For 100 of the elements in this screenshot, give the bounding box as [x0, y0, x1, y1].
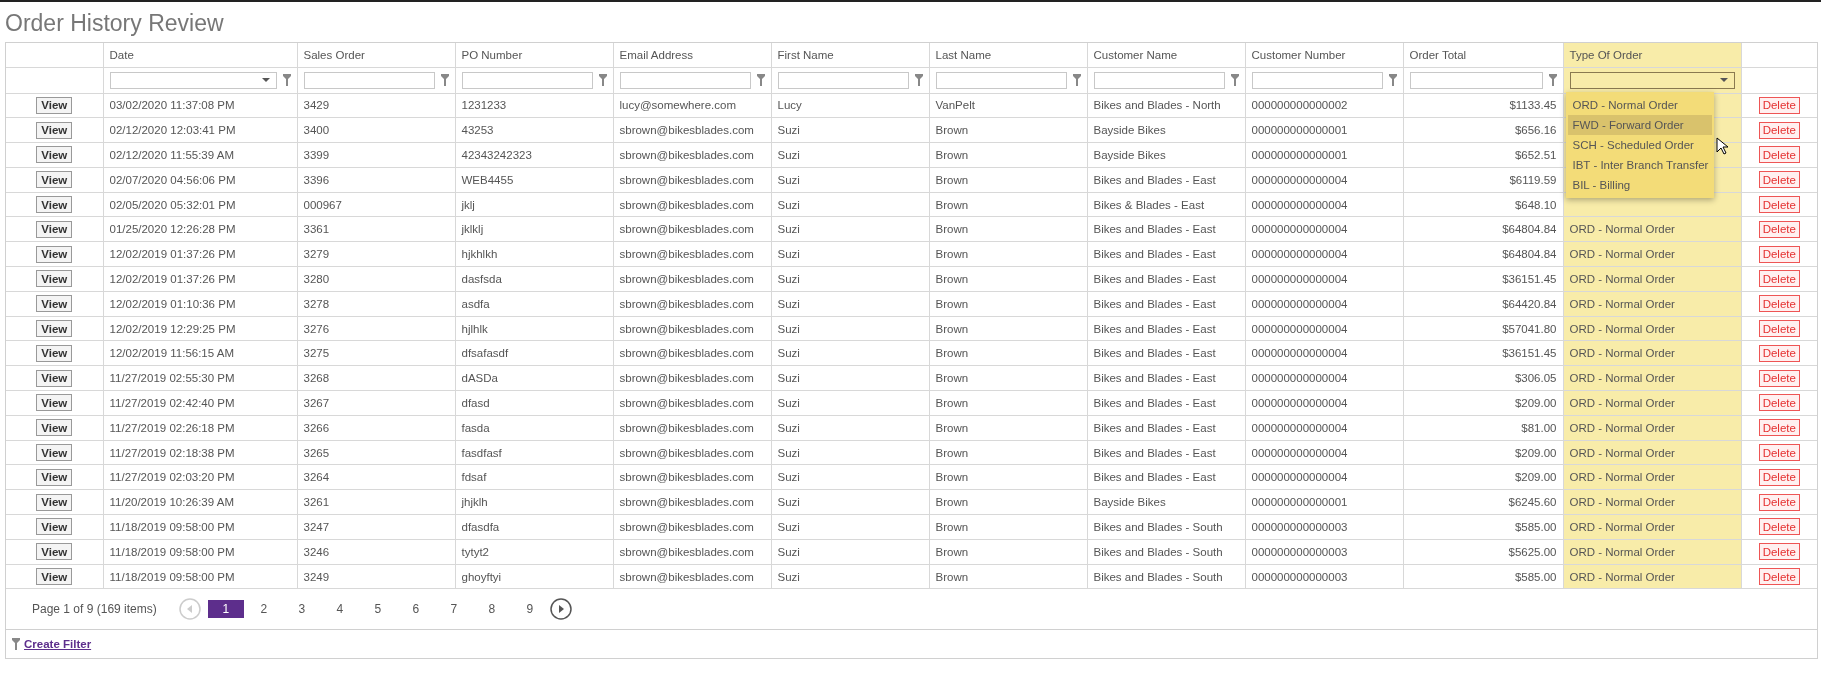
delete-button[interactable]: Delete — [1758, 245, 1800, 263]
column-header[interactable]: Order Total — [1403, 43, 1563, 67]
column-header[interactable]: Type Of Order — [1563, 43, 1741, 67]
filter-field[interactable] — [1251, 71, 1383, 89]
filter-icon[interactable] — [440, 74, 449, 86]
view-button[interactable]: View — [36, 320, 73, 338]
page-number[interactable]: 7 — [435, 600, 472, 619]
view-button[interactable]: View — [36, 369, 73, 387]
page-number[interactable]: 8 — [473, 600, 510, 619]
delete-button[interactable]: Delete — [1758, 220, 1800, 238]
table-cell: $6245.60 — [1508, 496, 1557, 509]
delete-button[interactable]: Delete — [1758, 493, 1800, 511]
view-button[interactable]: View — [36, 568, 73, 586]
view-button[interactable]: View — [36, 543, 73, 561]
delete-button[interactable]: Delete — [1758, 369, 1800, 387]
column-header[interactable]: Last Name — [929, 43, 1087, 67]
table-cell: $306.05 — [1514, 372, 1557, 385]
filter-field[interactable] — [461, 71, 593, 89]
table-cell: fdsaf — [461, 471, 487, 484]
page-number[interactable]: 2 — [245, 600, 282, 619]
filter-icon[interactable] — [1388, 74, 1397, 86]
view-button[interactable]: View — [36, 493, 73, 511]
view-button[interactable]: View — [36, 196, 73, 214]
table-cell: Brown — [935, 124, 969, 137]
filter-icon[interactable] — [756, 74, 765, 86]
filter-field[interactable] — [1409, 71, 1543, 89]
delete-button[interactable]: Delete — [1758, 146, 1800, 164]
view-button[interactable]: View — [36, 171, 73, 189]
filter-field[interactable] — [935, 71, 1067, 89]
table-cell: Brown — [935, 149, 969, 161]
create-filter-link[interactable]: Create Filter — [24, 638, 92, 651]
next-page-icon[interactable] — [549, 598, 572, 621]
delete-button[interactable]: Delete — [1758, 468, 1800, 486]
table-cell: 000000000000004 — [1251, 272, 1348, 285]
view-button[interactable]: View — [36, 121, 73, 139]
filter-icon[interactable] — [1230, 74, 1239, 86]
filter-icon[interactable] — [1548, 74, 1557, 86]
column-header[interactable]: Customer Number — [1245, 43, 1403, 67]
delete-button[interactable]: Delete — [1758, 171, 1800, 189]
view-button[interactable]: View — [36, 468, 73, 486]
table-cell: Suzi — [777, 446, 800, 459]
table-cell: Suzi — [777, 198, 800, 211]
page-number[interactable]: 6 — [397, 600, 434, 619]
view-button[interactable]: View — [36, 419, 73, 437]
view-button[interactable]: View — [36, 245, 73, 263]
table-cell: 000000000000003 — [1251, 570, 1348, 583]
delete-button[interactable]: Delete — [1758, 121, 1800, 139]
page-number[interactable]: 5 — [359, 600, 396, 619]
delete-button[interactable]: Delete — [1758, 196, 1800, 214]
column-header[interactable]: Customer Name — [1087, 43, 1245, 67]
column-header[interactable]: First Name — [771, 43, 929, 67]
filter-icon[interactable] — [1072, 74, 1081, 86]
table-cell: 01/25/2020 12:26:28 PM — [109, 223, 236, 236]
filter-field[interactable] — [303, 71, 435, 89]
table-cell: Bikes and Blades - East — [1093, 248, 1216, 261]
delete-button[interactable]: Delete — [1758, 543, 1800, 561]
table-cell: Bikes and Blades - North — [1093, 99, 1221, 112]
table-cell: ORD - Normal Order — [1569, 322, 1675, 335]
column-header[interactable]: Date — [103, 43, 297, 67]
page-number[interactable]: 3 — [283, 600, 320, 619]
date-filter-field[interactable] — [109, 71, 277, 89]
filter-field[interactable] — [619, 71, 751, 89]
delete-button[interactable]: Delete — [1758, 394, 1800, 412]
filter-icon[interactable] — [914, 74, 923, 86]
delete-button[interactable]: Delete — [1758, 444, 1800, 462]
page-number[interactable]: 1 — [207, 600, 244, 619]
dropdown-option[interactable]: IBT - Inter Branch Transfer — [1567, 154, 1712, 175]
view-button[interactable]: View — [36, 220, 73, 238]
column-header[interactable]: Email Address — [613, 43, 771, 67]
column-header[interactable]: PO Number — [455, 43, 613, 67]
delete-button[interactable]: Delete — [1758, 320, 1800, 338]
delete-button[interactable]: Delete — [1758, 344, 1800, 362]
view-button[interactable]: View — [36, 444, 73, 462]
view-button[interactable]: View — [36, 518, 73, 536]
delete-button[interactable]: Delete — [1758, 568, 1800, 586]
delete-button[interactable]: Delete — [1758, 270, 1800, 288]
table-cell: 000000000000002 — [1251, 99, 1348, 112]
delete-button[interactable]: Delete — [1758, 518, 1800, 536]
page-number[interactable]: 9 — [511, 600, 548, 619]
delete-button[interactable]: Delete — [1758, 419, 1800, 437]
view-button[interactable]: View — [36, 270, 73, 288]
view-button[interactable]: View — [36, 295, 73, 313]
view-button[interactable]: View — [36, 146, 73, 164]
dropdown-option[interactable]: FWD - Forward Order — [1567, 114, 1712, 135]
filter-field[interactable] — [777, 71, 909, 89]
filter-icon[interactable] — [282, 74, 291, 86]
filter-icon[interactable] — [598, 74, 607, 86]
dropdown-option[interactable]: SCH - Scheduled Order — [1567, 134, 1712, 155]
view-button[interactable]: View — [36, 96, 73, 114]
table-cell: 02/12/2020 12:03:41 PM — [109, 124, 236, 137]
type-filter-dropdown[interactable] — [1569, 71, 1735, 89]
view-button[interactable]: View — [36, 394, 73, 412]
table-cell: Suzi — [777, 347, 800, 360]
filter-field[interactable] — [1093, 71, 1225, 89]
delete-button[interactable]: Delete — [1758, 96, 1800, 114]
delete-button[interactable]: Delete — [1758, 295, 1800, 313]
table-cell: ORD - Normal Order — [1569, 471, 1675, 484]
page-number[interactable]: 4 — [321, 600, 358, 619]
view-button[interactable]: View — [36, 344, 73, 362]
column-header[interactable]: Sales Order — [297, 43, 455, 67]
